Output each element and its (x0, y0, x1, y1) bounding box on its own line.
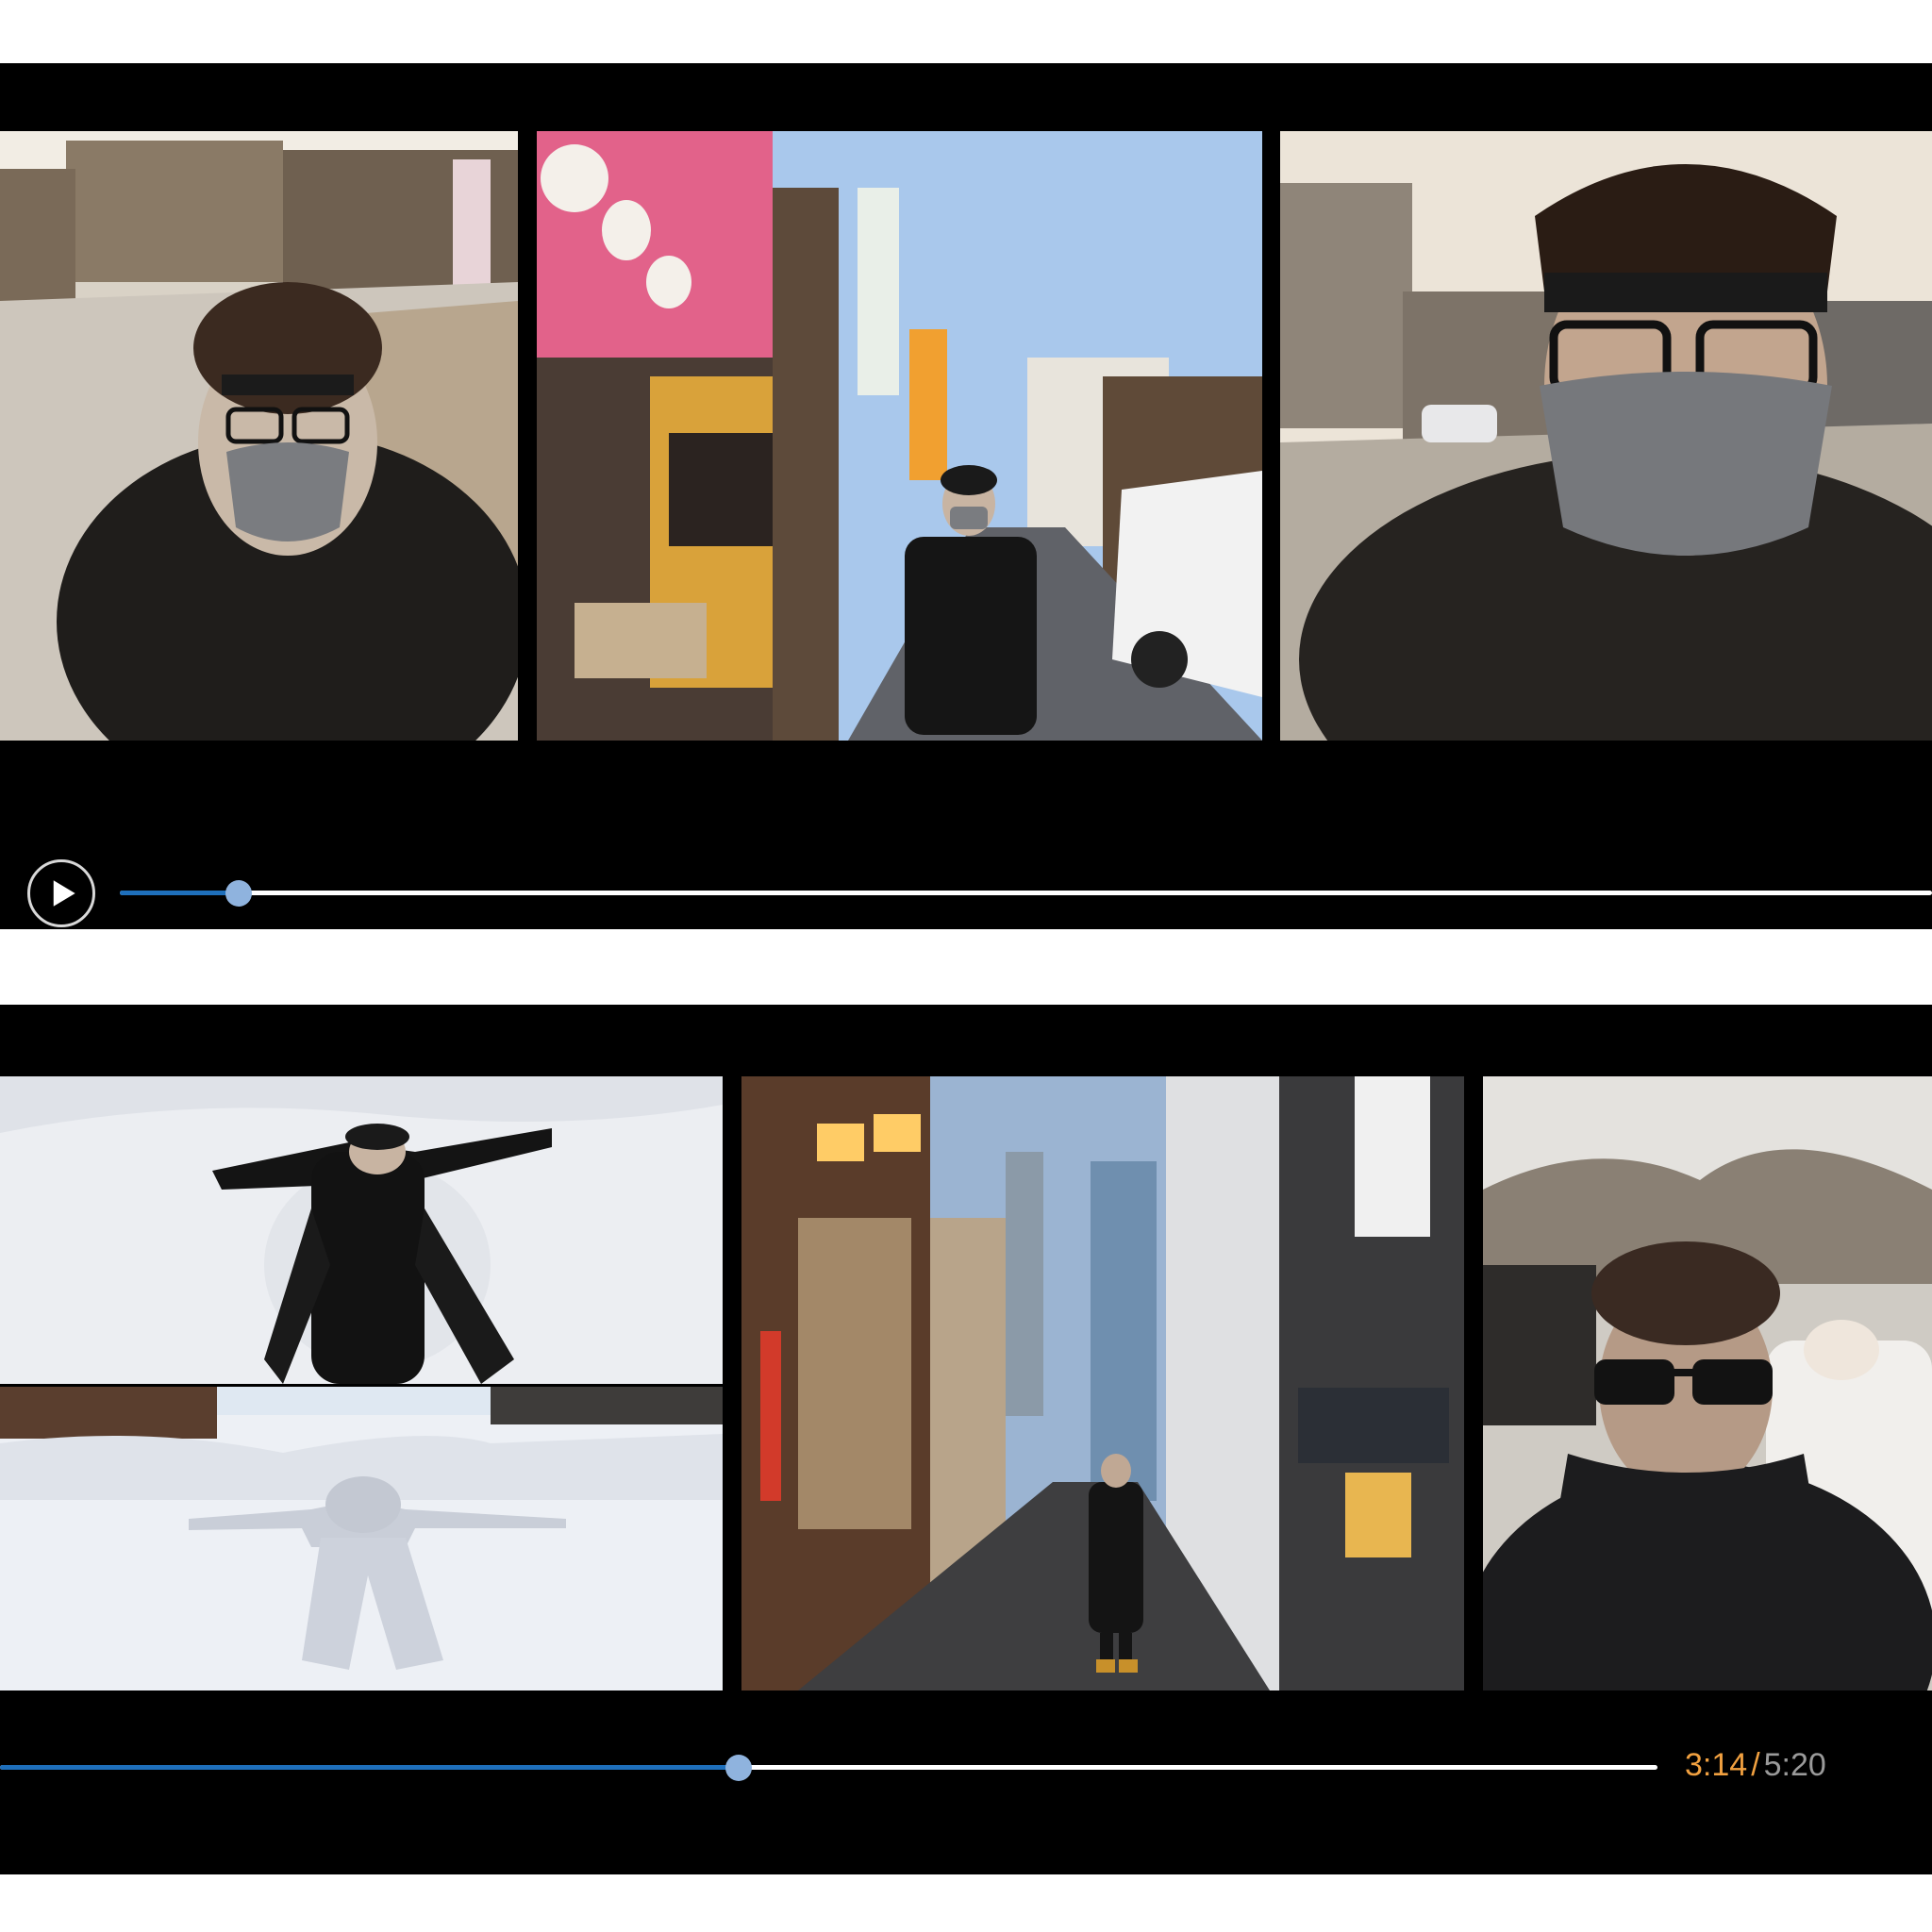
street-selfie-image (0, 131, 518, 741)
snow-angel-imprint-image (0, 1387, 723, 1690)
video-frame-snow-angel-lying (0, 1076, 723, 1384)
progress-bar-bottom[interactable] (0, 1754, 1657, 1781)
video-frame-street-selfie (0, 131, 518, 741)
scrubber-handle-top[interactable] (225, 879, 252, 907)
scrubber-handle-bottom[interactable] (724, 1754, 752, 1781)
progress-fill-bottom (0, 1765, 739, 1770)
video-player-bottom[interactable]: 3:14/5:20 (0, 1005, 1932, 1874)
progress-bar-top[interactable] (120, 879, 1932, 907)
closeup-selfie-image (1280, 131, 1932, 741)
evening-alley-image (741, 1076, 1464, 1690)
time-total: 5:20 (1763, 1747, 1826, 1783)
video-frame-closeup-selfie (1280, 131, 1932, 741)
video-frame-shop-street (537, 131, 1262, 741)
volcanic-selfie-image (1483, 1076, 1932, 1690)
video-frame-volcanic-selfie (1483, 1076, 1932, 1690)
play-icon (53, 880, 75, 907)
snow-angel-lying-image (0, 1076, 723, 1384)
time-current: 3:14 (1685, 1747, 1748, 1783)
play-button[interactable] (27, 859, 95, 927)
video-frame-snow-angel-imprint (0, 1387, 723, 1690)
time-display: 3:14/5:20 (1685, 1746, 1826, 1784)
progress-fill-top (120, 891, 239, 895)
time-separator: / (1751, 1747, 1760, 1783)
shop-street-image (537, 131, 1262, 741)
video-frame-evening-alley (741, 1076, 1464, 1690)
video-player-top[interactable] (0, 63, 1932, 929)
